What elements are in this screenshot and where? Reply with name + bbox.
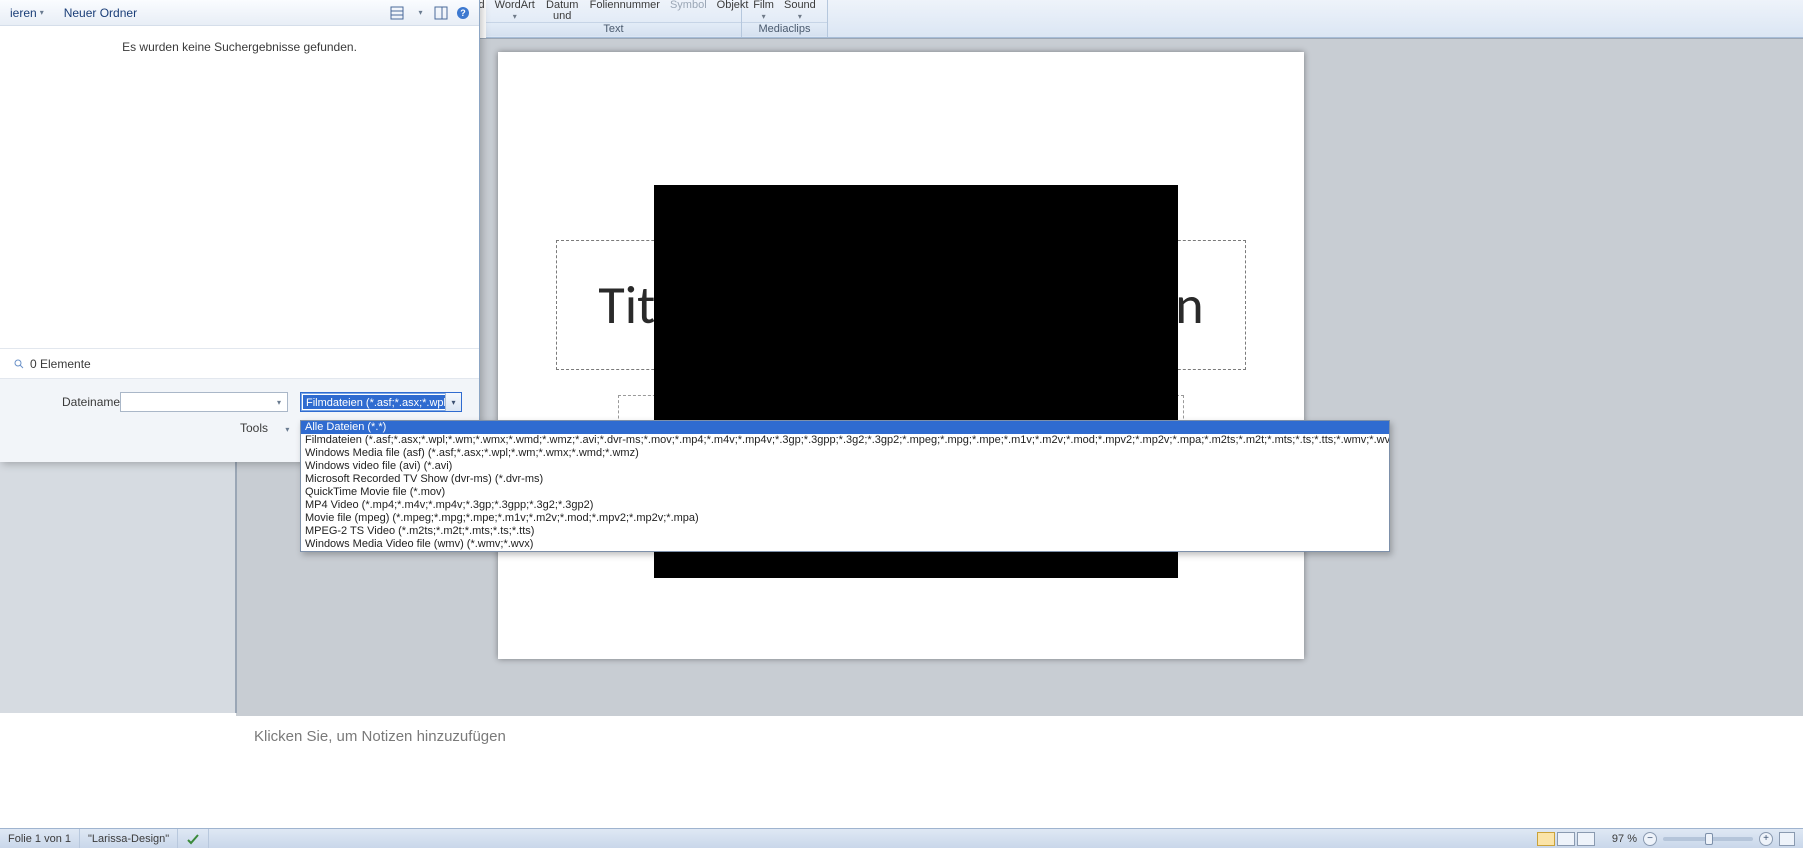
filename-field[interactable] [121, 393, 271, 411]
chevron-down-icon [40, 8, 44, 17]
ribbon-group-mediaclips-label: Mediaclips [742, 22, 827, 36]
ribbon: d WordArt Datum und Uhrzeit Foliennummer… [486, 0, 1803, 38]
filename-input[interactable] [120, 392, 288, 412]
status-theme: "Larissa-Design" [80, 829, 178, 848]
filetype-option[interactable]: Movie file (mpeg) (*.mpeg;*.mpg;*.mpe;*.… [301, 512, 1389, 525]
filetype-option[interactable]: Alle Dateien (*.*) [301, 421, 1389, 434]
ribbon-group-text-label: Text [486, 22, 741, 36]
filetype-option[interactable]: MP4 Video (*.mp4;*.m4v;*.mp4v;*.3gp;*.3g… [301, 499, 1389, 512]
filetype-option[interactable]: Filmdateien (*.asf;*.asx;*.wpl;*.wm;*.wm… [301, 434, 1389, 447]
view-normal-button[interactable] [1537, 832, 1555, 846]
filetype-combobox[interactable]: Filmdateien (*.asf;*.asx;*.wpl;*.w [300, 392, 462, 412]
svg-text:?: ? [460, 8, 466, 18]
zoom-fit-button[interactable] [1779, 832, 1795, 846]
chevron-down-icon [285, 425, 289, 434]
dialog-status-bar: 0 Elemente [0, 348, 479, 378]
ribbon-wordart-button[interactable]: WordArt [493, 0, 537, 22]
views-button[interactable] [387, 4, 407, 22]
filetype-option[interactable]: Windows video file (avi) (*.avi) [301, 460, 1389, 473]
view-sorter-button[interactable] [1557, 832, 1575, 846]
help-button[interactable]: ? [453, 4, 473, 22]
filename-label: Dateiname: [62, 395, 123, 409]
no-results-message: Es wurden keine Suchergebnisse gefunden. [0, 40, 479, 54]
filetype-dropdown-list[interactable]: Alle Dateien (*.*)Filmdateien (*.asf;*.a… [300, 420, 1390, 552]
ribbon-movie-label: Film [753, 0, 774, 11]
dialog-toolbar: ieren Neuer Ordner ? [0, 0, 479, 26]
filename-dropdown[interactable] [271, 393, 287, 411]
item-count: 0 Elemente [30, 357, 91, 371]
filetype-option[interactable]: Windows Media file (asf) (*.asf;*.asx;*.… [301, 447, 1389, 460]
zoom-in-button[interactable]: + [1759, 832, 1773, 846]
new-folder-button[interactable]: Neuer Ordner [54, 0, 147, 25]
tools-label: Tools [240, 421, 268, 435]
views-icon [390, 6, 404, 20]
notes-pane[interactable]: Klicken Sie, um Notizen hinzuzufügen [236, 713, 1803, 828]
filetype-option[interactable]: MPEG-2 TS Video (*.m2ts;*.m2t;*.mts;*.ts… [301, 525, 1389, 538]
zoom-slider[interactable] [1663, 837, 1753, 841]
ribbon-slidenumber-button[interactable]: Foliennummer [588, 0, 662, 11]
views-dropdown[interactable] [409, 4, 429, 22]
filetype-dropdown-button[interactable] [445, 393, 461, 411]
chevron-down-icon [798, 12, 802, 21]
ribbon-movie-button[interactable]: Film [751, 0, 776, 22]
zoom-slider-thumb[interactable] [1705, 833, 1713, 845]
organize-label: ieren [10, 6, 37, 20]
help-icon: ? [456, 6, 470, 20]
ribbon-group-text: d WordArt Datum und Uhrzeit Foliennummer… [486, 0, 742, 37]
status-bar: Folie 1 von 1 "Larissa-Design" 97 % − + [0, 828, 1803, 848]
spellcheck-icon [186, 833, 200, 845]
chevron-down-icon [513, 12, 517, 21]
zoom-out-button[interactable]: − [1643, 832, 1657, 846]
filetype-option[interactable]: QuickTime Movie file (*.mov) [301, 486, 1389, 499]
tools-button[interactable]: Tools [240, 421, 289, 435]
dialog-file-list[interactable]: Es wurden keine Suchergebnisse gefunden. [0, 26, 479, 348]
preview-pane-icon [434, 6, 448, 20]
filetype-option[interactable]: Windows Media Video file (wmv) (*.wmv;*.… [301, 538, 1389, 551]
ribbon-symbol-button: Symbol [668, 0, 709, 11]
file-open-dialog: ieren Neuer Ordner ? Es wurden keine Suc… [0, 0, 480, 462]
status-slide-info: Folie 1 von 1 [0, 829, 80, 848]
zoom-level[interactable]: 97 % [1612, 833, 1637, 845]
search-icon [14, 359, 24, 369]
view-slideshow-button[interactable] [1577, 832, 1595, 846]
organize-button[interactable]: ieren [0, 0, 54, 25]
filetype-option[interactable]: Microsoft Recorded TV Show (dvr-ms) (*.d… [301, 473, 1389, 486]
chevron-down-icon [451, 398, 455, 407]
ribbon-sound-button[interactable]: Sound [782, 0, 818, 22]
ribbon-sound-label: Sound [784, 0, 816, 11]
status-spellcheck-icon[interactable] [178, 829, 209, 848]
slide-thumbnail-pane[interactable] [0, 462, 236, 713]
slide[interactable]: Titn [498, 52, 1304, 659]
chevron-down-icon [762, 12, 766, 21]
chevron-down-icon [277, 398, 281, 407]
preview-pane-button[interactable] [431, 4, 451, 22]
ribbon-wordart-label: WordArt [495, 0, 535, 11]
chevron-down-icon [418, 8, 422, 17]
notes-placeholder[interactable]: Klicken Sie, um Notizen hinzuzufügen [246, 722, 1783, 822]
ribbon-group-mediaclips: Film Sound Mediaclips [742, 0, 828, 37]
filetype-selected: Filmdateien (*.asf;*.asx;*.wpl;*.w [303, 395, 445, 409]
